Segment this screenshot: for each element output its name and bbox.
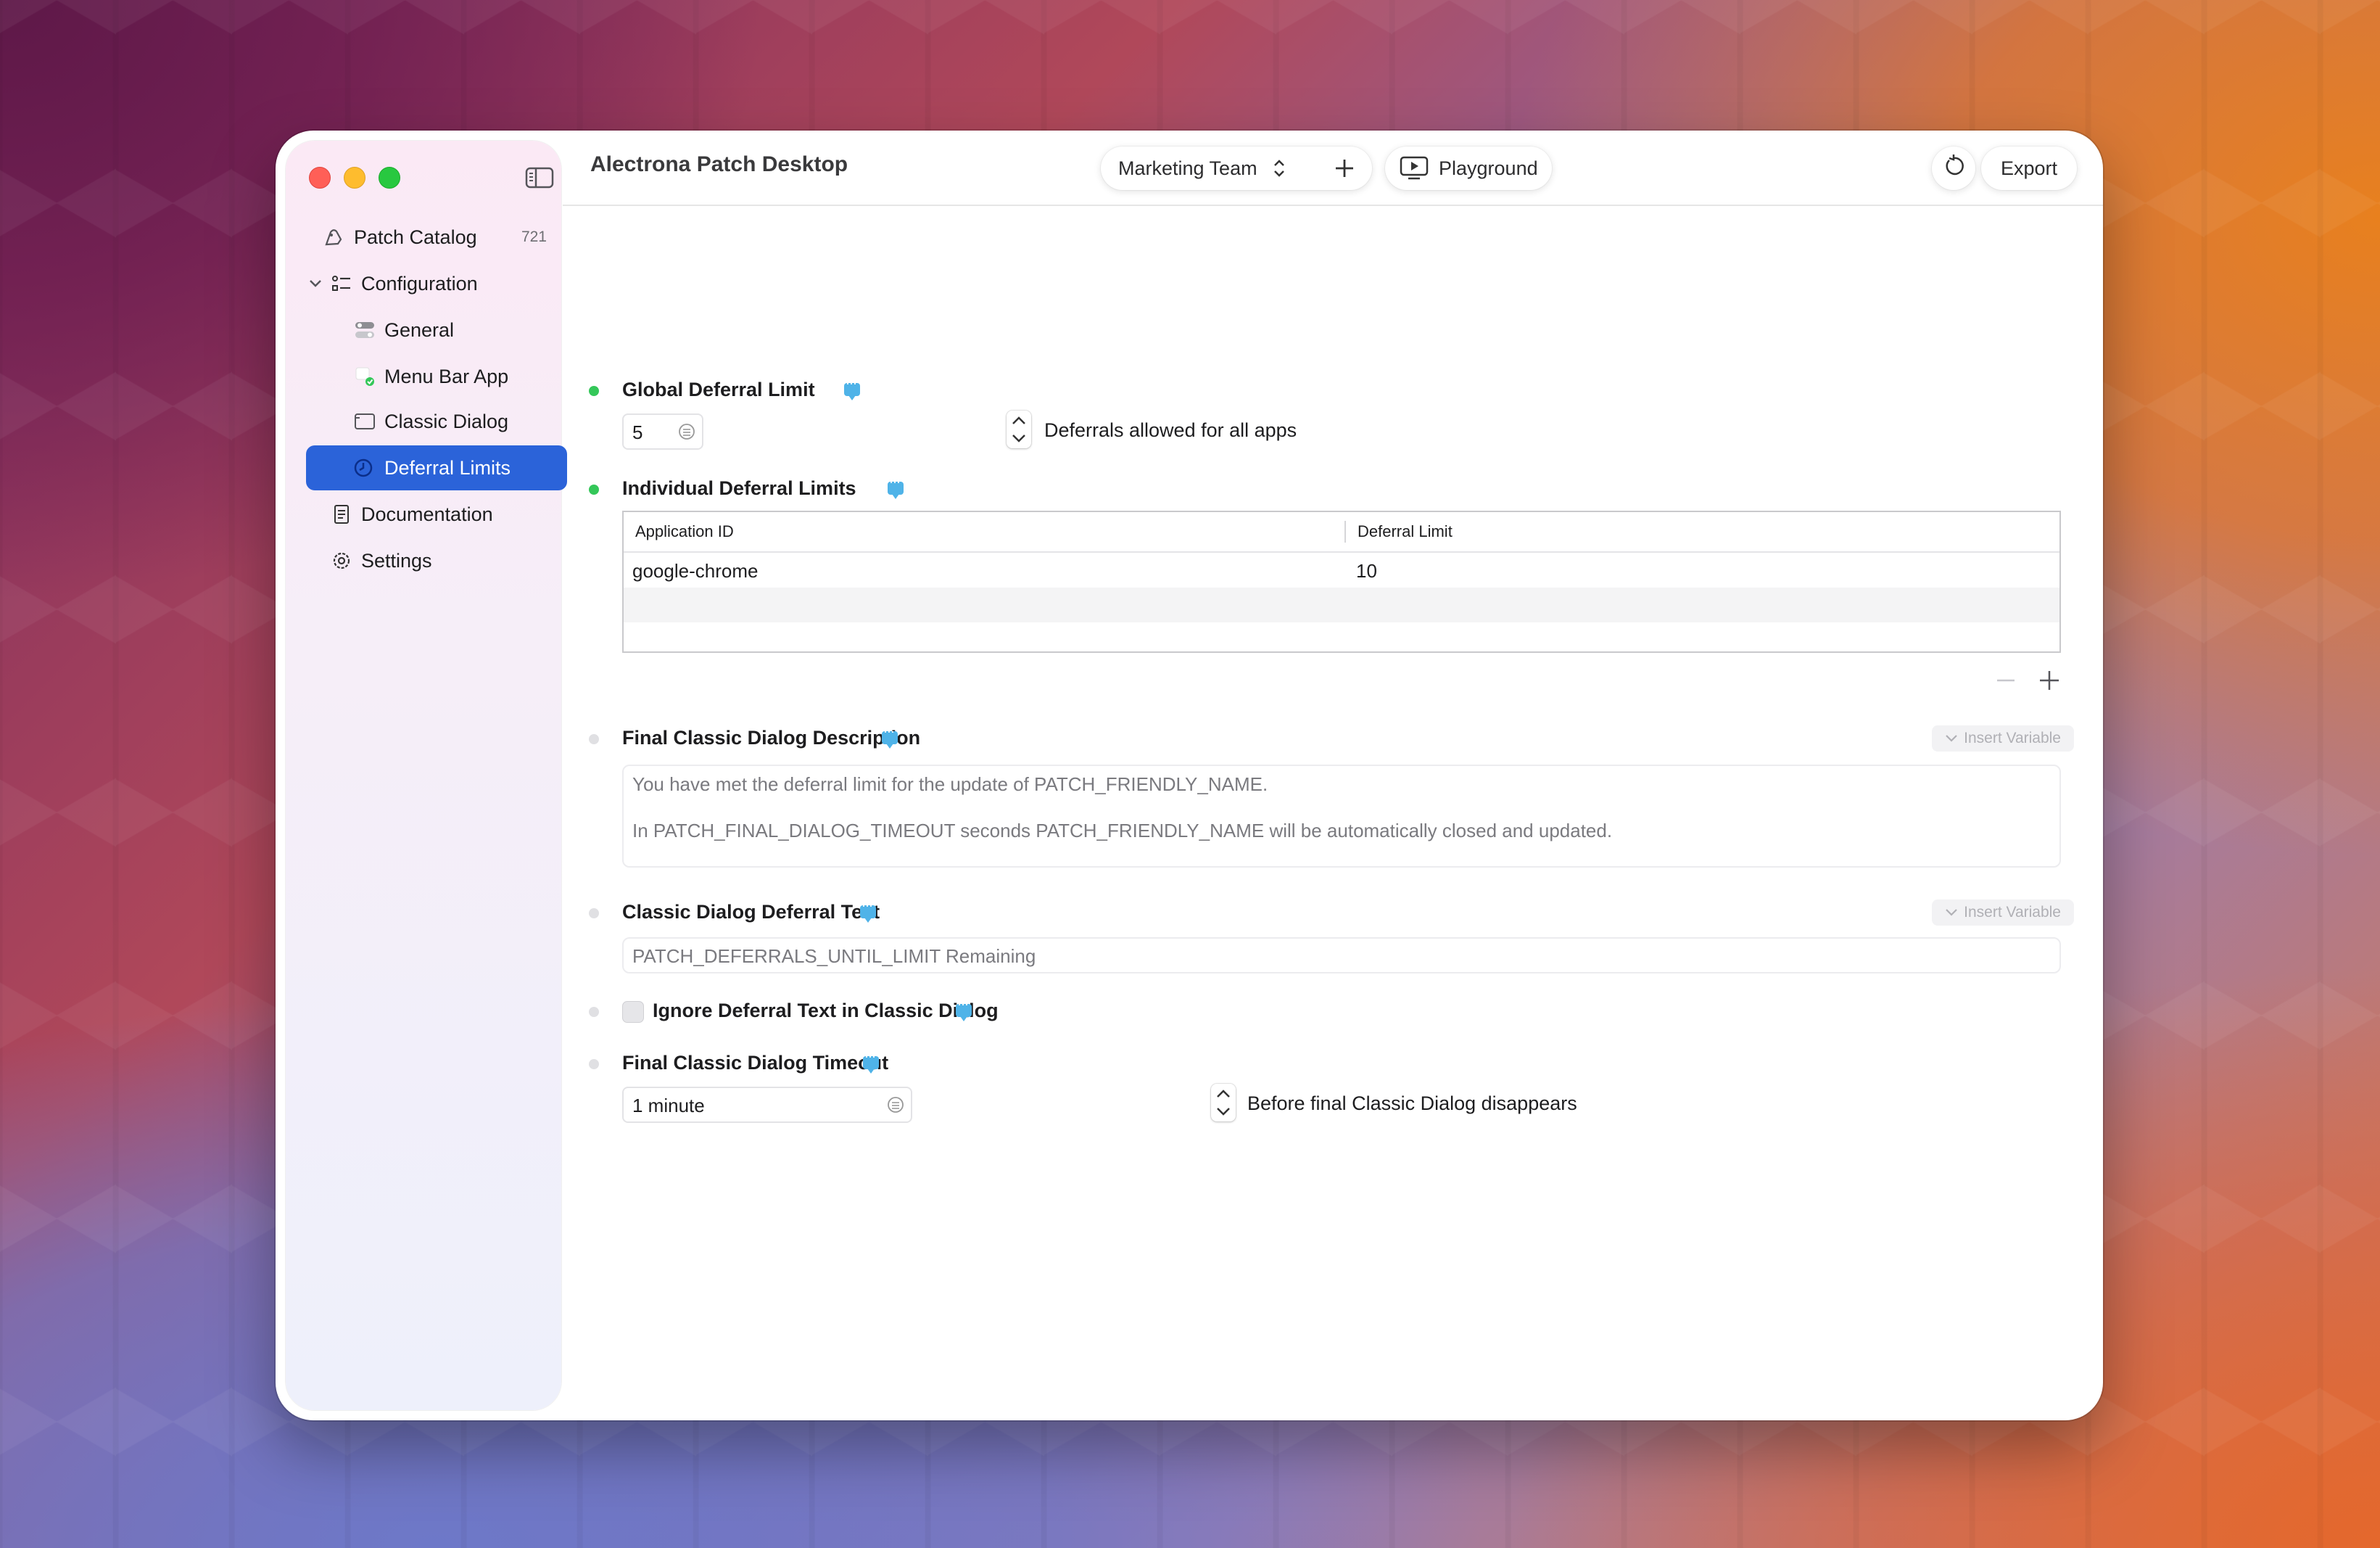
remove-row-icon[interactable] — [1994, 669, 2017, 696]
sidebar-item-menu-bar-app[interactable]: Menu Bar App — [306, 354, 564, 399]
up-down-chevron-icon[interactable] — [1272, 157, 1286, 185]
app-window: Patch Catalog 721 Configuration General … — [276, 131, 2103, 1420]
status-dot — [589, 1059, 599, 1069]
table-row[interactable]: google-chrome 10 — [624, 553, 2059, 588]
reset-button[interactable] — [1932, 147, 1975, 190]
info-bubble-icon[interactable] — [956, 997, 972, 1021]
playground-label: Playground — [1439, 157, 1538, 179]
main-panel: Alectrona Patch Desktop Marketing Team P… — [563, 131, 2103, 1420]
export-button[interactable]: Export — [1981, 147, 2077, 190]
sidebar-item-label: Deferral Limits — [384, 456, 511, 479]
sidebar-item-documentation[interactable]: Documentation — [306, 492, 564, 537]
menu-bar-app-icon — [354, 366, 376, 387]
export-label: Export — [2000, 157, 2058, 179]
reset-icon — [1942, 154, 1965, 184]
toolbar: Alectrona Patch Desktop Marketing Team P… — [563, 131, 2103, 206]
clear-icon[interactable] — [677, 422, 696, 446]
info-bubble-icon[interactable] — [844, 376, 860, 400]
patch-count-badge: 721 — [521, 229, 547, 245]
deferral-text-title: Classic Dialog Deferral Text — [622, 901, 880, 923]
patch-catalog-icon — [323, 226, 345, 248]
individual-deferral-title: Individual Deferral Limits — [622, 477, 856, 499]
final-description-title: Final Classic Dialog Description — [622, 727, 921, 749]
insert-variable-label: Insert Variable — [1964, 904, 2061, 921]
final-timeout-stepper[interactable] — [1211, 1084, 1236, 1121]
minimize-window-button[interactable] — [344, 167, 365, 189]
add-icon[interactable] — [1333, 157, 1356, 185]
final-timeout-input[interactable]: 1 minute — [622, 1087, 912, 1123]
sidebar-item-classic-dialog[interactable]: Classic Dialog — [306, 399, 564, 444]
global-deferral-title: Global Deferral Limit — [622, 379, 815, 400]
playground-button[interactable]: Playground — [1385, 147, 1552, 190]
gear-icon — [331, 550, 352, 572]
document-icon — [331, 503, 352, 525]
deferral-limits-table: Application ID Deferral Limit google-chr… — [622, 511, 2061, 653]
column-header-deferral-limit[interactable]: Deferral Limit — [1358, 512, 2010, 551]
deferral-text-value: PATCH_DEFERRALS_UNTIL_LIMIT Remaining — [632, 945, 1036, 967]
app-id-cell[interactable]: google-chrome — [632, 560, 758, 582]
close-window-button[interactable] — [309, 167, 331, 189]
global-deferral-suffix: Deferrals allowed for all apps — [1044, 419, 1297, 441]
description-line-2: In PATCH_FINAL_DIALOG_TIMEOUT seconds PA… — [632, 820, 1613, 841]
add-row-icon[interactable] — [2038, 669, 2061, 696]
final-timeout-suffix: Before final Classic Dialog disappears — [1247, 1092, 1577, 1114]
sidebar-item-deferral-limits[interactable]: Deferral Limits — [306, 445, 567, 490]
final-timeout-value: 1 minute — [632, 1095, 705, 1116]
insert-variable-button[interactable]: Insert Variable — [1932, 899, 2074, 926]
sidebar-item-settings[interactable]: Settings — [306, 538, 564, 583]
sidebar-item-label: Settings — [361, 549, 432, 572]
toggles-icon — [354, 319, 376, 341]
column-divider — [1344, 521, 1346, 543]
sidebar-toggle-icon[interactable] — [525, 167, 554, 189]
status-dot — [589, 485, 599, 495]
info-bubble-icon[interactable] — [888, 474, 904, 499]
description-line-1: You have met the deferral limit for the … — [632, 773, 1268, 795]
column-header-application-id[interactable]: Application ID — [635, 512, 1353, 551]
global-deferral-stepper[interactable] — [1007, 411, 1031, 448]
info-bubble-icon[interactable] — [863, 1049, 879, 1074]
sidebar-item-label: Patch Catalog — [354, 226, 477, 248]
final-timeout-title: Final Classic Dialog Timeout — [622, 1052, 889, 1074]
insert-variable-button[interactable]: Insert Variable — [1932, 725, 2074, 752]
content-area: Global Deferral Limit 5 Deferrals allowe… — [563, 206, 2103, 1420]
sidebar-item-label: Documentation — [361, 503, 493, 525]
status-dot — [589, 908, 599, 918]
final-description-textarea[interactable]: You have met the deferral limit for the … — [622, 765, 2061, 868]
maximize-window-button[interactable] — [379, 167, 400, 189]
deferral-limit-cell[interactable]: 10 — [1356, 560, 1377, 582]
info-bubble-icon[interactable] — [882, 724, 898, 749]
sidebar-item-patch-catalog[interactable]: Patch Catalog 721 — [306, 215, 564, 260]
page-title: Alectrona Patch Desktop — [590, 152, 848, 176]
team-select[interactable]: Marketing Team — [1118, 157, 1257, 180]
status-dot — [589, 386, 599, 396]
clock-icon — [352, 457, 374, 479]
sidebar-item-general[interactable]: General — [306, 308, 564, 353]
dialog-window-icon — [354, 411, 376, 432]
global-deferral-input[interactable]: 5 — [622, 413, 703, 450]
sidebar-item-label: Menu Bar App — [384, 365, 509, 387]
chevron-down-icon — [1946, 909, 1957, 916]
sidebar: Patch Catalog 721 Configuration General … — [286, 141, 567, 1410]
team-selector-group: Marketing Team — [1101, 147, 1372, 190]
status-dot — [589, 734, 599, 744]
configuration-list-icon — [331, 273, 352, 295]
sidebar-item-label: Classic Dialog — [384, 410, 509, 432]
info-bubble-icon[interactable] — [860, 898, 876, 923]
sidebar-item-label: General — [384, 318, 455, 341]
global-deferral-value: 5 — [632, 421, 643, 443]
deferral-text-input[interactable]: PATCH_DEFERRALS_UNTIL_LIMIT Remaining — [622, 937, 2061, 973]
table-row-empty — [624, 588, 2059, 622]
chevron-down-icon[interactable] — [306, 273, 325, 295]
sidebar-item-configuration[interactable]: Configuration — [306, 261, 564, 306]
insert-variable-label: Insert Variable — [1964, 730, 2061, 746]
play-screen-icon — [1400, 156, 1429, 186]
sidebar-item-label: Configuration — [361, 272, 478, 295]
status-dot — [589, 1007, 599, 1017]
chevron-down-icon — [1946, 735, 1957, 742]
ignore-deferral-title[interactable]: Ignore Deferral Text in Classic Dialog — [653, 1000, 999, 1022]
clear-icon[interactable] — [886, 1095, 905, 1119]
ignore-deferral-checkbox[interactable] — [622, 1001, 644, 1023]
